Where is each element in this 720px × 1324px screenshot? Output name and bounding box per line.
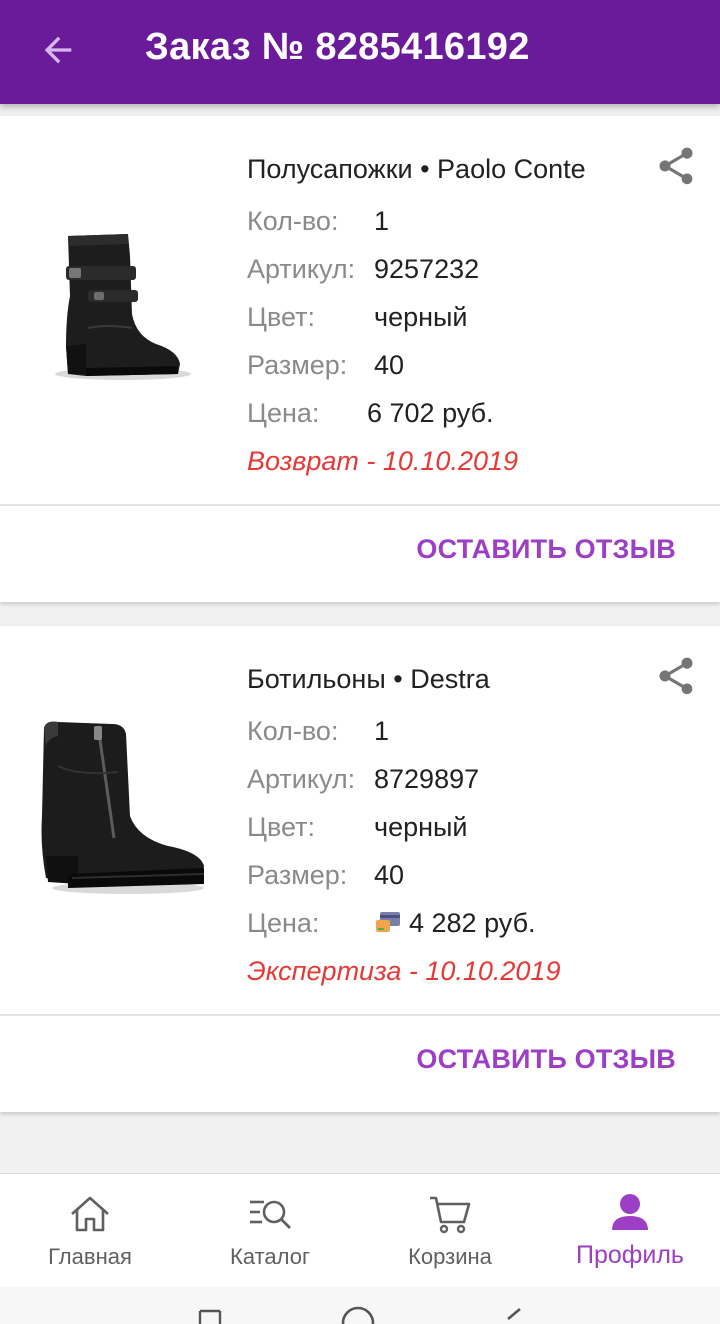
leave-review-button[interactable]: ОСТАВИТЬ ОТЗЫВ bbox=[416, 1044, 676, 1075]
nav-item-catalog[interactable]: Каталог bbox=[180, 1174, 360, 1288]
size-label: Размер: bbox=[247, 350, 348, 380]
recent-apps-icon[interactable] bbox=[196, 1305, 224, 1324]
divider bbox=[0, 1014, 720, 1016]
price-label: Цена: bbox=[247, 398, 320, 428]
status-text: Экспертиза - 10.10.2019 bbox=[247, 956, 561, 986]
bottom-navigation: Главная Каталог Корзина Профиль bbox=[0, 1173, 720, 1287]
divider bbox=[0, 504, 720, 506]
product-image-bootie[interactable] bbox=[28, 706, 208, 906]
nav-item-home[interactable]: Главная bbox=[0, 1174, 180, 1288]
arrow-back-icon bbox=[44, 36, 72, 64]
price-label: Цена: bbox=[247, 908, 320, 938]
size-value: 40 bbox=[374, 860, 405, 890]
share-icon bbox=[659, 657, 693, 695]
page-title: Заказ № 8285416192 bbox=[145, 26, 530, 68]
product-image-ankle-boot[interactable] bbox=[28, 196, 208, 396]
share-button[interactable] bbox=[654, 654, 698, 698]
article-value: 9257232 bbox=[374, 254, 480, 284]
order-item-card: Полусапожки • Paolo Conte Кол-во: 1 Арти… bbox=[0, 116, 720, 602]
order-item-card: Ботильоны • Destra Кол-во: 1 Артикул: 87… bbox=[0, 626, 720, 1112]
color-value: черный bbox=[374, 302, 468, 332]
article-label: Артикул: bbox=[247, 254, 356, 284]
catalog-search-icon bbox=[250, 1200, 291, 1229]
card-payment-icon bbox=[376, 912, 400, 932]
price-value: 4 282 руб. bbox=[409, 908, 536, 938]
status-text: Возврат - 10.10.2019 bbox=[247, 446, 519, 476]
nav-item-profile[interactable]: Профиль bbox=[540, 1174, 720, 1288]
product-title[interactable]: Полусапожки • Paolo Conte bbox=[247, 154, 586, 185]
nav-item-cart[interactable]: Корзина bbox=[360, 1174, 540, 1288]
color-label: Цвет: bbox=[247, 812, 316, 842]
nav-label: Каталог bbox=[230, 1244, 310, 1269]
color-value: черный bbox=[374, 812, 468, 842]
back-button[interactable] bbox=[30, 22, 86, 78]
quantity-value: 1 bbox=[374, 206, 390, 236]
size-value: 40 bbox=[374, 350, 405, 380]
system-navigation-bar bbox=[0, 1287, 720, 1324]
size-label: Размер: bbox=[247, 860, 348, 890]
home-icon bbox=[71, 1196, 109, 1232]
article-value: 8729897 bbox=[374, 764, 480, 794]
quantity-value: 1 bbox=[374, 716, 390, 746]
product-title[interactable]: Ботильоны • Destra bbox=[247, 664, 490, 695]
color-label: Цвет: bbox=[247, 302, 316, 332]
share-button[interactable] bbox=[654, 144, 698, 188]
cart-icon bbox=[430, 1196, 471, 1234]
profile-icon bbox=[612, 1194, 648, 1230]
app-screen: Заказ № 8285416192 Полусапожки • Paolo C… bbox=[0, 0, 720, 1324]
price-value: 6 702 руб. bbox=[367, 398, 494, 428]
nav-label: Корзина bbox=[408, 1244, 492, 1269]
nav-label: Профиль bbox=[576, 1241, 684, 1269]
article-label: Артикул: bbox=[247, 764, 356, 794]
app-bar: Заказ № 8285416192 bbox=[0, 0, 720, 104]
quantity-label: Кол-во: bbox=[247, 716, 339, 746]
back-system-icon[interactable] bbox=[500, 1305, 528, 1324]
home-system-icon[interactable] bbox=[340, 1305, 376, 1324]
leave-review-button[interactable]: ОСТАВИТЬ ОТЗЫВ bbox=[416, 534, 676, 565]
share-icon bbox=[659, 147, 693, 185]
quantity-label: Кол-во: bbox=[247, 206, 339, 236]
nav-label: Главная bbox=[48, 1244, 132, 1269]
